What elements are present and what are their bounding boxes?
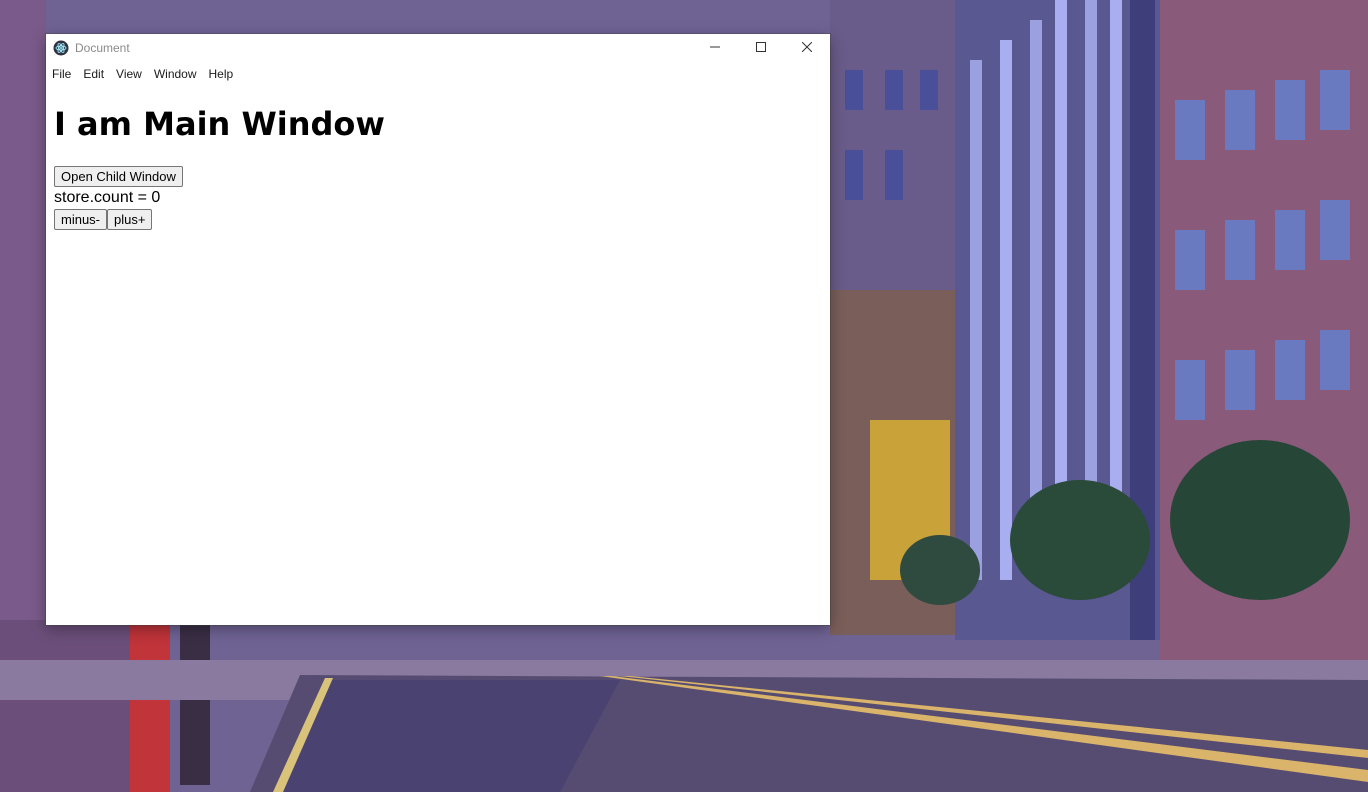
- menu-bar: File Edit View Window Help: [46, 62, 830, 86]
- electron-logo-icon: [53, 40, 69, 56]
- close-button[interactable]: [784, 34, 830, 62]
- menu-file[interactable]: File: [46, 62, 77, 86]
- page-content: I am Main Window Open Child Window store…: [46, 104, 830, 230]
- minus-button[interactable]: minus-: [54, 209, 108, 230]
- window-controls: [692, 34, 830, 62]
- open-child-row: Open Child Window: [54, 166, 822, 187]
- store-count-text: store.count = 0: [54, 189, 161, 206]
- minimize-icon: [710, 39, 720, 57]
- minimize-button[interactable]: [692, 34, 738, 62]
- title-bar[interactable]: Document: [46, 34, 830, 62]
- menu-edit[interactable]: Edit: [77, 62, 110, 86]
- main-window: Document File Edit View Window Help I am…: [46, 34, 830, 625]
- maximize-icon: [756, 39, 766, 57]
- menu-view[interactable]: View: [110, 62, 148, 86]
- page-title: I am Main Window: [54, 105, 385, 143]
- window-title: Document: [75, 41, 130, 55]
- menu-window[interactable]: Window: [148, 62, 203, 86]
- plus-button[interactable]: plus+: [107, 209, 153, 230]
- counter-buttons: minus- plus+: [54, 209, 822, 230]
- open-child-window-button[interactable]: Open Child Window: [54, 166, 183, 187]
- maximize-button[interactable]: [738, 34, 784, 62]
- close-icon: [801, 39, 813, 57]
- menu-help[interactable]: Help: [203, 62, 240, 86]
